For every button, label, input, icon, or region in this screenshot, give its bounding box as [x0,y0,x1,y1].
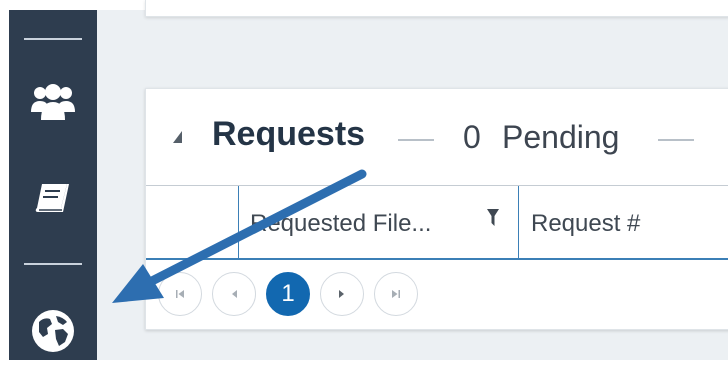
requests-panel: Requests 0 Pending Requested File... Req… [145,88,728,330]
globe-icon[interactable] [9,308,97,354]
column-header-requested-file[interactable]: Requested File... [250,210,431,238]
panel-title: Requests [212,115,366,153]
previous-panel [145,0,728,17]
page-button-current[interactable]: 1 [266,272,310,316]
book-icon[interactable] [9,180,97,216]
sidebar-divider [24,38,82,40]
panel-header: Requests 0 Pending [146,89,728,185]
title-separator [398,139,434,141]
users-icon[interactable] [9,82,97,122]
sidebar [9,10,97,360]
table-header: Requested File... Request # [146,185,728,260]
pending-label: Pending [502,119,620,155]
next-page-button[interactable] [320,272,364,316]
title-separator [658,139,694,141]
first-page-button[interactable] [158,272,202,316]
pending-count: 0 [463,119,481,155]
prev-page-button[interactable] [212,272,256,316]
column-header-request-number[interactable]: Request # [531,210,640,238]
filter-icon[interactable] [487,209,499,232]
column-divider [238,186,239,258]
last-page-button[interactable] [374,272,418,316]
sidebar-divider [24,263,82,265]
collapse-toggle-icon[interactable] [173,131,182,143]
column-divider [518,186,519,258]
